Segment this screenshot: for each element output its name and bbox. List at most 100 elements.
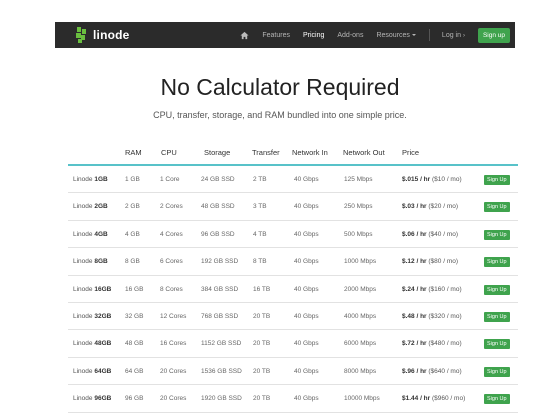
row-signup-button[interactable]: Sign Up	[484, 257, 510, 268]
price-cell: $.015 / hr ($10 / mo)	[402, 176, 462, 183]
price-monthly: ($960 / mo)	[432, 395, 466, 403]
price-monthly: ($10 / mo)	[432, 176, 462, 183]
price-monthly: ($20 / mo)	[428, 203, 459, 211]
nav-link-resources[interactable]: Resources	[376, 31, 416, 39]
plan-size: 48GB	[94, 340, 112, 348]
ram-cell: 4 GB	[125, 230, 140, 238]
price-cell: $.96 / hr ($640 / mo)	[402, 368, 462, 375]
table-row: Linode 2GB 2 GB 2 Cores 48 GB SSD 3 TB 40 Gbp…	[68, 193, 518, 221]
row-signup-button[interactable]: Sign Up	[484, 202, 510, 213]
cpu-cell: 20 Cores	[160, 367, 187, 375]
network-in-cell: 40 Gbps	[294, 258, 319, 266]
header-network-out: Network Out	[343, 148, 385, 157]
plan-prefix: Linode	[73, 395, 93, 403]
ram-cell: 1 GB	[125, 176, 140, 183]
network-in-cell: 40 Gbps	[294, 340, 319, 348]
network-in-cell: 40 Gbps	[294, 312, 319, 320]
transfer-cell: 2 TB	[253, 176, 267, 183]
network-out-cell: 8000 Mbps	[344, 367, 377, 375]
plan-prefix: Linode	[73, 367, 93, 375]
nav-link-resources-label: Resources	[376, 31, 410, 39]
row-signup-button[interactable]: Sign Up	[484, 175, 510, 185]
network-in-cell: 40 Gbps	[294, 176, 319, 183]
network-in-cell: 40 Gbps	[294, 395, 319, 403]
plan-size: 2GB	[94, 203, 108, 211]
chevron-right-icon: ›	[462, 32, 465, 39]
transfer-cell: 3 TB	[253, 203, 267, 211]
network-in-cell: 40 Gbps	[294, 230, 319, 238]
plan-prefix: Linode	[73, 312, 93, 320]
price-cell: $1.44 / hr ($960 / mo)	[402, 395, 465, 402]
cpu-cell: 12 Cores	[160, 312, 187, 320]
plan-size: 8GB	[94, 258, 108, 266]
price-monthly: ($480 / mo)	[428, 340, 462, 348]
nav-link-login-label: Log in	[441, 31, 461, 39]
plan-name: Linode 48GB	[73, 340, 111, 347]
linode-logo-icon	[75, 27, 89, 43]
storage-cell: 96 GB SSD	[201, 230, 235, 238]
transfer-cell: 8 TB	[253, 258, 267, 266]
logo-text: linode	[93, 28, 130, 42]
transfer-cell: 20 TB	[253, 395, 271, 403]
home-icon[interactable]	[239, 30, 249, 40]
storage-cell: 1152 GB SSD	[201, 340, 242, 348]
cpu-cell: 16 Cores	[160, 340, 187, 348]
cpu-cell: 8 Cores	[160, 285, 183, 293]
row-signup-button[interactable]: Sign Up	[484, 339, 510, 350]
price-cell: $.12 / hr ($80 / mo)	[402, 258, 458, 265]
page-subtitle: CPU, transfer, storage, and RAM bundled …	[153, 110, 407, 120]
ram-cell: 64 GB	[125, 367, 144, 375]
header-cpu: CPU	[161, 148, 177, 157]
price-cell: $.03 / hr ($20 / mo)	[402, 203, 458, 210]
plan-name: Linode 2GB	[73, 203, 108, 210]
row-signup-button[interactable]: Sign Up	[484, 229, 510, 240]
ram-cell: 32 GB	[125, 312, 144, 320]
linode-logo[interactable]: linode	[75, 27, 130, 43]
price-hourly: $1.44 / hr	[402, 395, 431, 403]
row-signup-button[interactable]: Sign Up	[484, 311, 510, 322]
network-out-cell: 1000 Mbps	[344, 258, 377, 266]
storage-cell: 768 GB SSD	[201, 312, 239, 320]
header-ram: RAM	[125, 148, 142, 157]
header-network-in: Network In	[292, 148, 328, 157]
price-hourly: $.12 / hr	[402, 258, 427, 266]
pricing-table: RAM CPU Storage Transfer Network In Netw…	[68, 142, 518, 413]
transfer-cell: 16 TB	[253, 285, 271, 293]
network-out-cell: 500 Mbps	[344, 230, 373, 238]
plan-prefix: Linode	[73, 258, 93, 266]
storage-cell: 384 GB SSD	[201, 285, 239, 293]
network-out-cell: 6000 Mbps	[344, 340, 377, 348]
price-cell: $.06 / hr ($40 / mo)	[402, 231, 458, 238]
ram-cell: 16 GB	[125, 285, 144, 293]
cpu-cell: 1 Core	[160, 176, 180, 183]
nav-signup-button[interactable]: Sign up	[477, 27, 510, 43]
storage-cell: 24 GB SSD	[201, 176, 235, 183]
table-row: Linode 64GB 64 GB 20 Cores 1536 GB SSD 20 TB…	[68, 358, 518, 386]
row-signup-button[interactable]: Sign Up	[484, 394, 510, 405]
network-out-cell: 10000 Mbps	[344, 395, 380, 403]
storage-cell: 192 GB SSD	[201, 258, 239, 266]
price-monthly: ($80 / mo)	[428, 258, 459, 266]
network-out-cell: 4000 Mbps	[344, 312, 377, 320]
storage-cell: 1536 GB SSD	[201, 367, 242, 375]
price-hourly: $.03 / hr	[402, 203, 427, 211]
table-row: Linode 32GB 32 GB 12 Cores 768 GB SSD 20 TB 4…	[68, 303, 518, 331]
nav-link-addons[interactable]: Add-ons	[337, 32, 363, 39]
network-in-cell: 40 Gbps	[294, 367, 319, 375]
row-signup-button[interactable]: Sign Up	[484, 366, 510, 377]
plan-size: 16GB	[94, 285, 112, 293]
price-hourly: $.015 / hr	[402, 176, 431, 183]
network-out-cell: 125 Mbps	[344, 176, 373, 183]
price-hourly: $.06 / hr	[402, 230, 427, 238]
nav-link-pricing[interactable]: Pricing	[303, 32, 324, 39]
nav-link-login[interactable]: Log in ›	[442, 32, 465, 39]
transfer-cell: 20 TB	[253, 340, 271, 348]
plan-size: 32GB	[94, 312, 112, 320]
pricing-table-body: Linode 1GB 1 GB 1 Core 24 GB SSD 2 TB 40 Gbps…	[68, 166, 518, 413]
price-monthly: ($320 / mo)	[428, 312, 462, 320]
row-signup-button[interactable]: Sign Up	[484, 284, 510, 295]
table-row: Linode 4GB 4 GB 4 Cores 96 GB SSD 4 TB 40 Gbp…	[68, 221, 518, 249]
nav-link-features[interactable]: Features	[262, 32, 290, 39]
plan-size: 96GB	[94, 395, 112, 403]
header-price: Price	[402, 148, 420, 157]
